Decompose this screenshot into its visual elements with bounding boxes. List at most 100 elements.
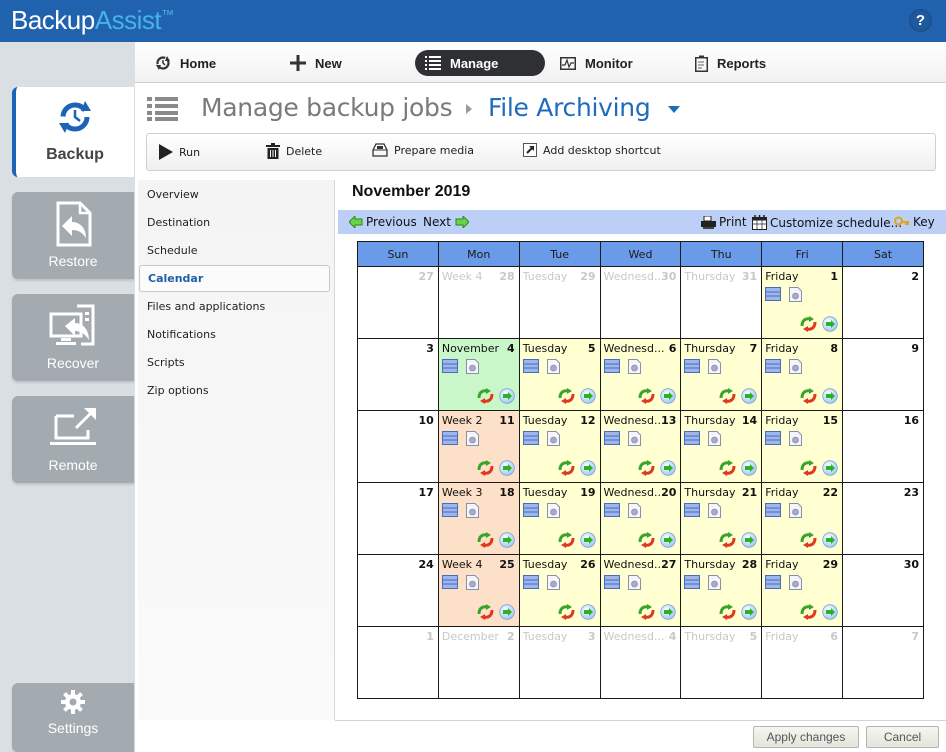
nav-monitor[interactable]: Monitor bbox=[560, 50, 633, 76]
calendar-day-cell[interactable]: 3 bbox=[357, 338, 439, 411]
customize-schedule-link[interactable]: Customize schedule... bbox=[752, 215, 902, 230]
backup-cycle-icon[interactable] bbox=[719, 460, 736, 479]
print-link[interactable]: Print bbox=[701, 215, 747, 229]
job-nav-scripts[interactable]: Scripts bbox=[147, 356, 185, 369]
job-nav-zip-options[interactable]: Zip options bbox=[147, 384, 209, 397]
backup-cycle-icon[interactable] bbox=[800, 460, 817, 479]
calendar-day-cell[interactable]: Thursday 14 bbox=[680, 410, 763, 483]
run-next-icon[interactable] bbox=[579, 532, 596, 551]
rail-tab-backup[interactable]: Backup bbox=[12, 87, 134, 177]
run-button[interactable]: Run bbox=[159, 144, 200, 160]
job-dropdown-chevron-icon[interactable] bbox=[668, 106, 680, 113]
calendar-day-cell[interactable]: Friday 22 bbox=[761, 482, 844, 555]
nav-reports[interactable]: Reports bbox=[695, 50, 766, 76]
run-next-icon[interactable] bbox=[741, 604, 757, 623]
run-next-icon[interactable] bbox=[660, 532, 677, 551]
calendar-day-cell[interactable]: Tuesday 26 bbox=[518, 554, 601, 627]
backup-cycle-icon[interactable] bbox=[477, 460, 494, 479]
calendar-day-cell[interactable]: Wednesd... 20 bbox=[599, 482, 682, 555]
calendar-day-cell[interactable]: 17 bbox=[357, 482, 439, 555]
breadcrumb-parent[interactable]: Manage backup jobs bbox=[201, 93, 453, 122]
backup-cycle-icon[interactable] bbox=[638, 604, 655, 623]
run-next-icon[interactable] bbox=[498, 388, 515, 407]
calendar-day-cell[interactable]: 2 bbox=[842, 266, 924, 339]
calendar-day-cell[interactable]: Friday 1 bbox=[761, 266, 844, 339]
calendar-day-cell[interactable]: 1 bbox=[357, 626, 439, 699]
run-next-icon[interactable] bbox=[822, 316, 838, 335]
apply-changes-button[interactable]: Apply changes bbox=[753, 726, 859, 748]
calendar-day-cell[interactable]: Thursday 28 bbox=[680, 554, 763, 627]
backup-cycle-icon[interactable] bbox=[800, 604, 817, 623]
calendar-day-cell[interactable]: Tuesday 5 bbox=[518, 338, 601, 411]
backup-cycle-icon[interactable] bbox=[638, 460, 655, 479]
calendar-day-cell[interactable]: December 2 bbox=[437, 626, 520, 699]
cancel-button[interactable]: Cancel bbox=[866, 726, 939, 748]
backup-cycle-icon[interactable] bbox=[638, 532, 655, 551]
rail-tab-remote[interactable]: Remote bbox=[12, 396, 134, 483]
run-next-icon[interactable] bbox=[498, 460, 515, 479]
calendar-day-cell[interactable]: 24 bbox=[357, 554, 439, 627]
key-link[interactable]: Key bbox=[894, 215, 935, 229]
calendar-day-cell[interactable]: Tuesday 3 bbox=[518, 626, 601, 699]
previous-month-link[interactable]: Previous bbox=[349, 215, 417, 229]
calendar-day-cell[interactable]: Friday 15 bbox=[761, 410, 844, 483]
calendar-day-cell[interactable]: Week 4 28 bbox=[437, 266, 520, 339]
run-next-icon[interactable] bbox=[741, 532, 757, 551]
backup-cycle-icon[interactable] bbox=[477, 532, 494, 551]
backup-cycle-icon[interactable] bbox=[638, 388, 655, 407]
calendar-day-cell[interactable]: Wednesd... 6 bbox=[599, 338, 682, 411]
calendar-day-cell[interactable]: Week 3 18 bbox=[437, 482, 520, 555]
backup-cycle-icon[interactable] bbox=[719, 388, 736, 407]
calendar-day-cell[interactable]: Tuesday 29 bbox=[518, 266, 601, 339]
job-nav-overview[interactable]: Overview bbox=[147, 188, 199, 201]
calendar-day-cell[interactable]: 7 bbox=[842, 626, 924, 699]
job-nav-destination[interactable]: Destination bbox=[147, 216, 210, 229]
calendar-day-cell[interactable]: Thursday 5 bbox=[680, 626, 763, 699]
backup-cycle-icon[interactable] bbox=[719, 604, 736, 623]
prepare-media-button[interactable]: Prepare media bbox=[372, 143, 474, 157]
job-nav-schedule[interactable]: Schedule bbox=[147, 244, 198, 257]
calendar-day-cell[interactable]: Wednesd... 13 bbox=[599, 410, 682, 483]
calendar-day-cell[interactable]: Friday 6 bbox=[761, 626, 844, 699]
calendar-day-cell[interactable]: 27 bbox=[357, 266, 439, 339]
run-next-icon[interactable] bbox=[660, 460, 677, 479]
run-next-icon[interactable] bbox=[741, 388, 757, 407]
run-next-icon[interactable] bbox=[822, 388, 838, 407]
rail-tab-settings[interactable]: Settings bbox=[12, 683, 134, 752]
next-month-link[interactable]: Next bbox=[423, 215, 472, 229]
backup-cycle-icon[interactable] bbox=[558, 532, 575, 551]
calendar-day-cell[interactable]: 23 bbox=[842, 482, 924, 555]
delete-button[interactable]: Delete bbox=[266, 143, 322, 159]
calendar-day-cell[interactable]: Thursday 7 bbox=[680, 338, 763, 411]
calendar-day-cell[interactable]: Friday 8 bbox=[761, 338, 844, 411]
run-next-icon[interactable] bbox=[822, 460, 838, 479]
backup-cycle-icon[interactable] bbox=[477, 388, 494, 407]
run-next-icon[interactable] bbox=[660, 604, 677, 623]
calendar-day-cell[interactable]: Thursday 31 bbox=[680, 266, 763, 339]
run-next-icon[interactable] bbox=[579, 388, 596, 407]
calendar-day-cell[interactable]: Wednesd... 30 bbox=[599, 266, 682, 339]
calendar-day-cell[interactable]: Thursday 21 bbox=[680, 482, 763, 555]
backup-cycle-icon[interactable] bbox=[558, 604, 575, 623]
calendar-day-cell[interactable]: Wednesd... 27 bbox=[599, 554, 682, 627]
calendar-day-cell[interactable]: 16 bbox=[842, 410, 924, 483]
backup-cycle-icon[interactable] bbox=[558, 388, 575, 407]
nav-new[interactable]: New bbox=[290, 50, 342, 76]
backup-cycle-icon[interactable] bbox=[558, 460, 575, 479]
run-next-icon[interactable] bbox=[822, 532, 838, 551]
calendar-day-cell[interactable]: Friday 29 bbox=[761, 554, 844, 627]
calendar-day-cell[interactable]: Tuesday 19 bbox=[518, 482, 601, 555]
backup-cycle-icon[interactable] bbox=[800, 388, 817, 407]
calendar-day-cell[interactable]: 10 bbox=[357, 410, 439, 483]
backup-cycle-icon[interactable] bbox=[477, 604, 494, 623]
backup-cycle-icon[interactable] bbox=[719, 532, 736, 551]
nav-home[interactable]: Home bbox=[155, 50, 216, 76]
backup-cycle-icon[interactable] bbox=[800, 316, 817, 335]
rail-tab-restore[interactable]: Restore bbox=[12, 192, 134, 279]
run-next-icon[interactable] bbox=[498, 604, 515, 623]
job-nav-notifications[interactable]: Notifications bbox=[147, 328, 216, 341]
rail-tab-recover[interactable]: Recover bbox=[12, 294, 134, 381]
help-button[interactable]: ? bbox=[909, 9, 932, 32]
run-next-icon[interactable] bbox=[660, 388, 677, 407]
run-next-icon[interactable] bbox=[579, 460, 596, 479]
